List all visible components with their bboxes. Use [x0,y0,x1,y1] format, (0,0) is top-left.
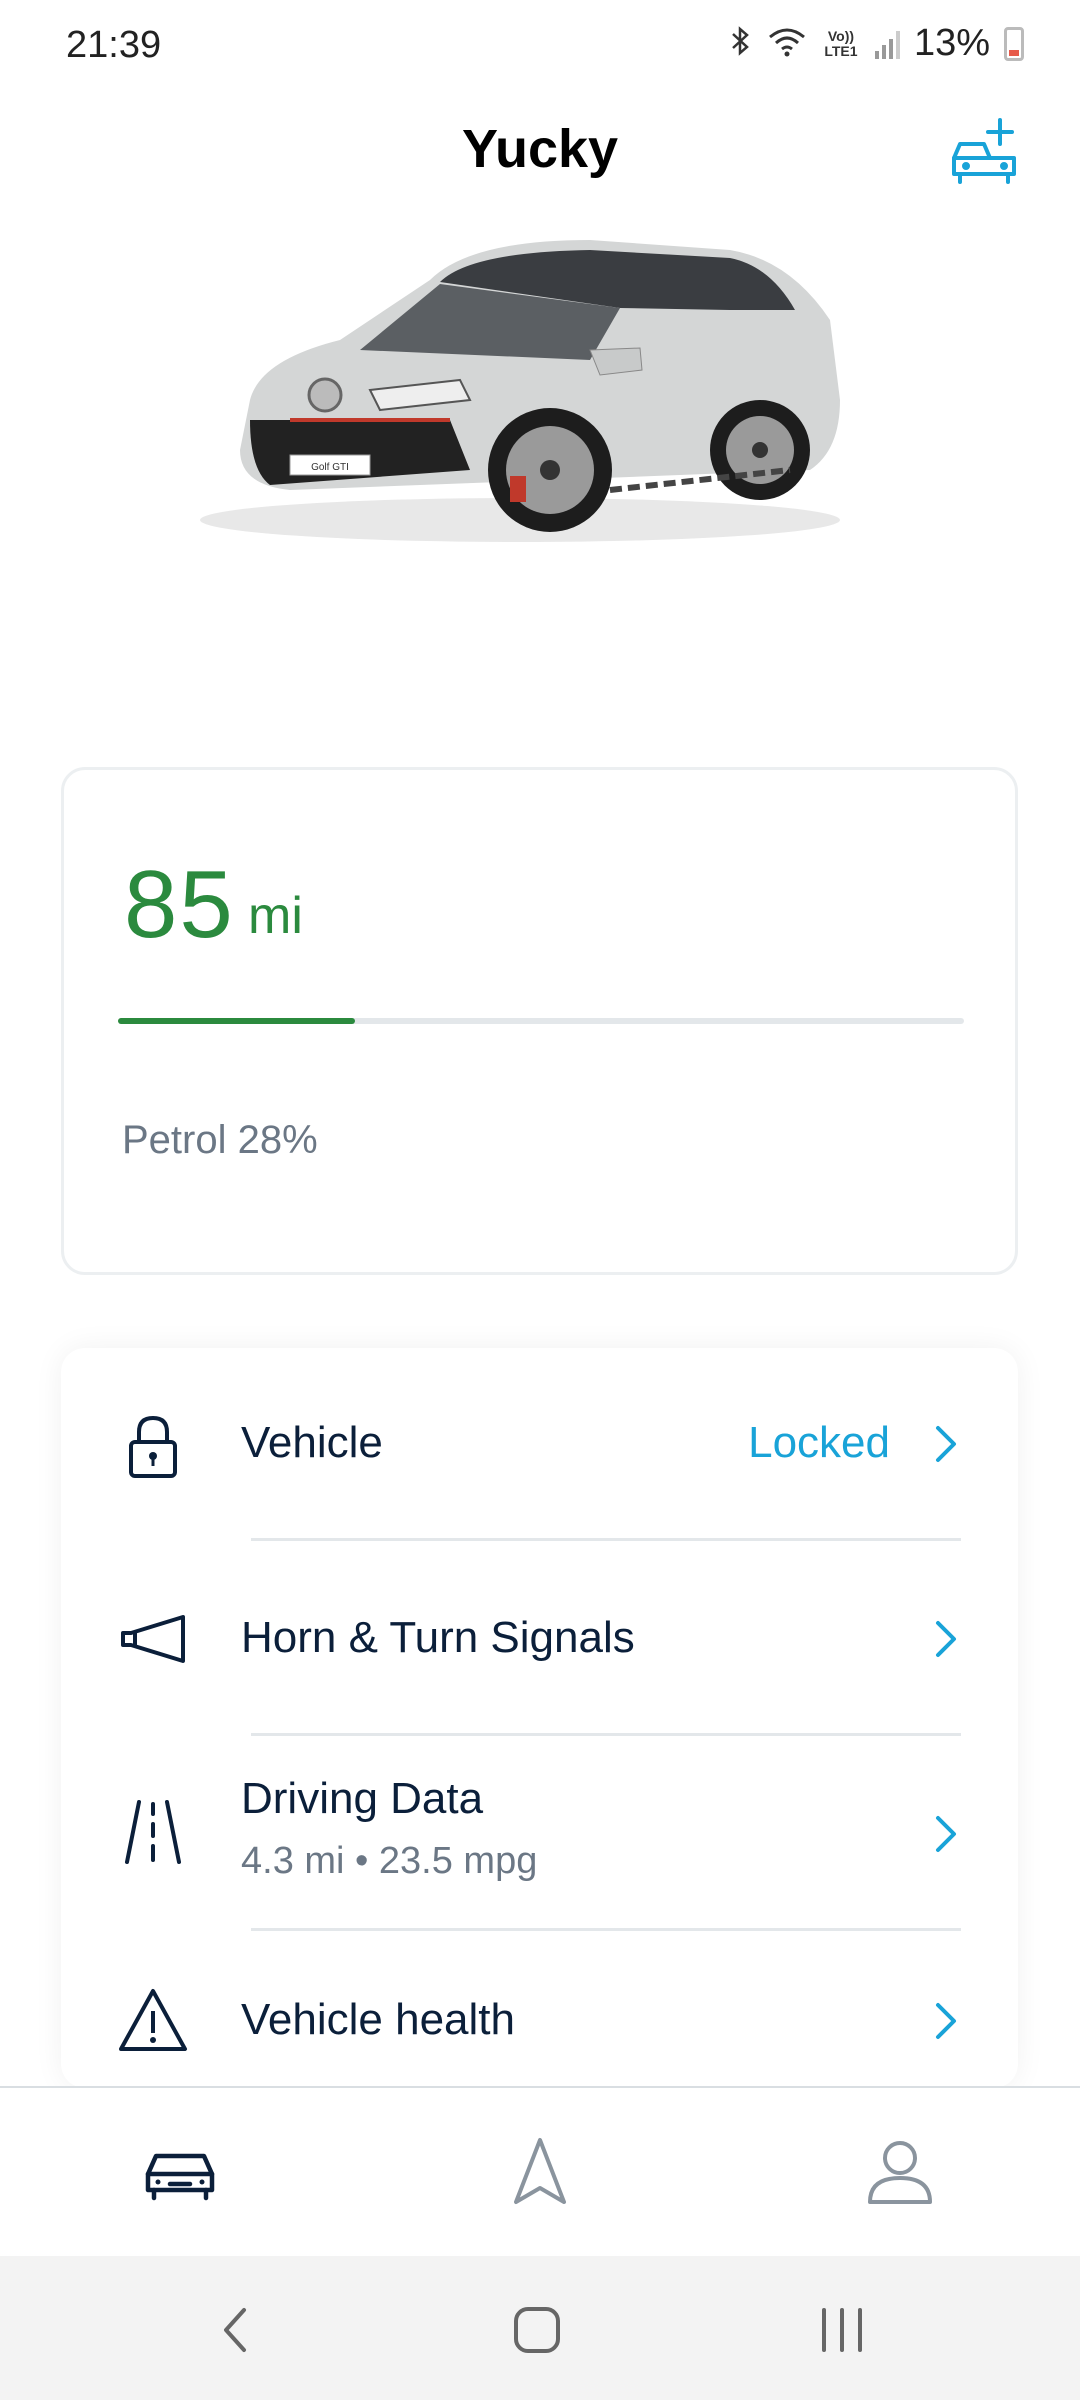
range-card[interactable]: 85 mi Petrol 28% [61,767,1018,1275]
range-value: 85 [124,851,235,958]
signal-icon [874,29,900,59]
divider [251,1538,961,1541]
lock-icon [129,1416,177,1478]
vehicle-actions-list: Vehicle Locked Horn & Turn Signals Drivi… [61,1348,1018,2088]
fuel-level-fill [118,1018,355,1024]
wifi-icon [767,25,807,62]
volte-icon: Vo)) LTE1 [824,27,858,59]
bottom-navigation [0,2086,1080,2258]
car-image: Golf GTI [170,200,870,560]
battery-percent: 13% [913,22,990,64]
battery-icon [1004,26,1024,61]
status-bar: 21:39 Vo)) LTE1 13% [0,0,1080,96]
tab-profile[interactable] [860,2132,940,2212]
chevron-right-icon [936,1816,956,1852]
status-time: 21:39 [66,24,162,66]
bluetooth-icon [729,25,753,62]
road-icon [125,1800,181,1864]
profile-tab-icon [868,2141,932,2204]
home-icon [514,2307,560,2353]
car-plus-icon [952,118,1016,184]
horn-signals-row[interactable]: Horn & Turn Signals [61,1543,1018,1738]
chevron-right-icon [936,1621,956,1657]
driving-data-summary: 4.3 mi • 23.5 mpg [241,1840,538,1882]
fuel-label: Petrol 28% [122,1118,318,1162]
page-title: Yucky [461,119,619,179]
row-title-vehicle: Vehicle [241,1418,383,1467]
status-icons: Vo)) LTE1 13% [729,22,1024,65]
back-button[interactable] [206,2300,266,2360]
warning-icon [119,1989,187,2051]
row-title-horn: Horn & Turn Signals [241,1613,635,1662]
home-button[interactable] [507,2300,567,2360]
range-unit: mi [248,887,303,945]
chevron-right-icon [936,2003,956,2039]
tab-navigation[interactable] [500,2132,580,2212]
back-icon [224,2308,246,2352]
driving-data-row[interactable]: Driving Data 4.3 mi • 23.5 mpg [61,1738,1018,1933]
svg-text:Golf GTI: Golf GTI [311,462,349,473]
vehicle-health-row[interactable]: Vehicle health [61,1933,1018,2088]
lock-status: Locked [748,1418,890,1467]
fuel-level-bar [118,1018,964,1024]
divider [251,1733,961,1736]
system-navigation-bar [0,2256,1080,2400]
add-vehicle-button[interactable] [944,110,1024,190]
tab-vehicle[interactable] [140,2132,220,2212]
recents-button[interactable] [812,2300,872,2360]
horn-icon [121,1615,185,1663]
navigation-tab-icon [514,2138,566,2204]
recents-icon [822,2308,862,2352]
row-title-vehicle-health: Vehicle health [241,1995,515,2044]
row-title-driving-data: Driving Data [241,1774,484,1823]
car-tab-icon [145,2153,215,2201]
vehicle-lock-row[interactable]: Vehicle Locked [61,1348,1018,1543]
chevron-right-icon [936,1426,956,1462]
divider [251,1928,961,1931]
